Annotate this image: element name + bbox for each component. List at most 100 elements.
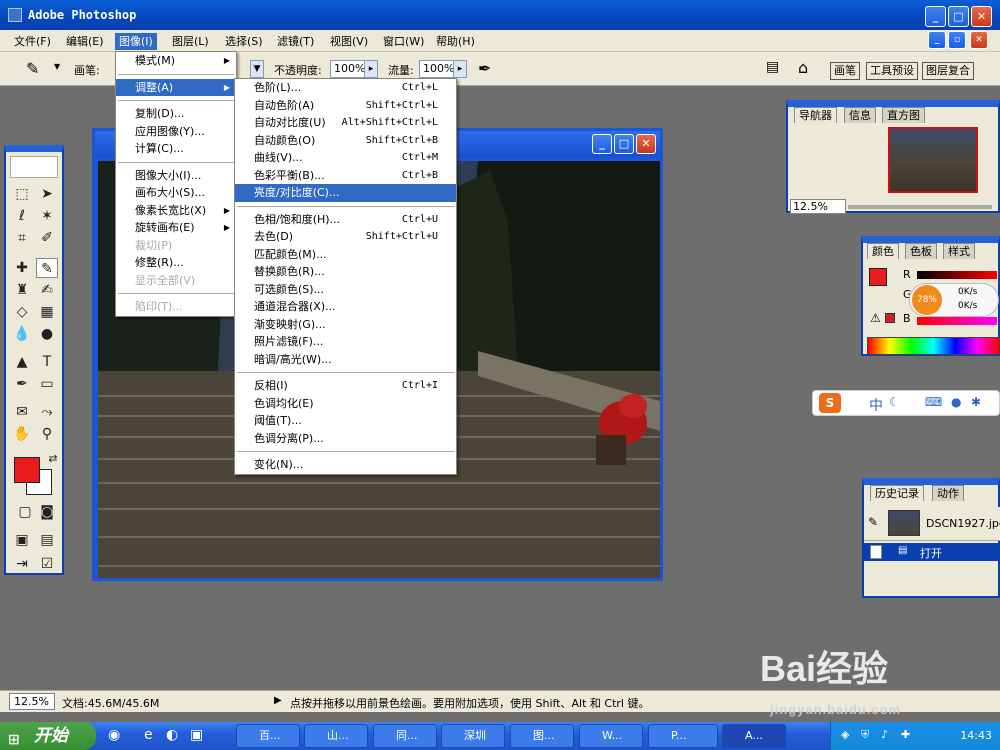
jump-to-imageready-icon[interactable]: ⇥ — [11, 554, 33, 574]
menu-filter[interactable]: 滤镜(T) — [273, 33, 318, 50]
magic-wand-tool-icon[interactable]: ✶ — [36, 206, 58, 226]
image-menu-item-5[interactable]: 应用图像(Y)... — [116, 123, 236, 141]
standard-mode-icon[interactable]: ▢ — [14, 502, 36, 522]
eraser-tool-icon[interactable]: ◇ — [11, 302, 33, 322]
taskbar-item-adobe[interactable]: A... — [722, 724, 786, 748]
doc-restore-button[interactable]: ▫ — [948, 31, 966, 49]
dodge-tool-icon[interactable]: ● — [36, 324, 58, 344]
adjust-menu-item-16[interactable]: 暗调/高光(W)... — [235, 351, 456, 369]
toolbox-logo[interactable] — [10, 156, 58, 178]
adjust-menu-item-8[interactable]: 色相/饱和度(H)... Ctrl+U — [235, 211, 456, 229]
image-menu-item-2[interactable]: 调整(A) ▶ — [116, 78, 236, 96]
ime-settings-icon[interactable]: ✱ — [971, 395, 981, 409]
tray-shield-icon[interactable]: ⛨ — [861, 728, 869, 742]
blur-tool-icon[interactable]: 💧 — [11, 324, 33, 344]
hand-tool-icon[interactable]: ✋ — [11, 424, 33, 444]
tab-layer-comps[interactable]: 图层复合 — [922, 62, 974, 80]
adjust-menu-item-15[interactable]: 照片滤镜(F)... — [235, 333, 456, 351]
adjust-menu-item-3[interactable]: 自动颜色(O) Shift+Ctrl+B — [235, 132, 456, 150]
marquee-tool-icon[interactable]: ⬚ — [11, 184, 33, 204]
screen-mode-full-icon[interactable]: ▤ — [36, 530, 58, 550]
image-menu-item-8[interactable]: 图像大小(I)... — [116, 167, 236, 185]
menu-select[interactable]: 选择(S) — [221, 33, 267, 50]
ime-toolbar[interactable]: S 中 ☾ ⌨ ● ✱ — [812, 390, 1000, 416]
pen-tool-icon[interactable]: ✒ — [11, 374, 33, 394]
tray-volume-icon[interactable]: ♪ — [881, 728, 888, 741]
tab-history[interactable]: 历史记录 — [870, 485, 924, 501]
image-menu-item-9[interactable]: 画布大小(S)... — [116, 184, 236, 202]
adjust-menu-item-9[interactable]: 去色(D) Shift+Ctrl+U — [235, 228, 456, 246]
tray-clock[interactable]: 14:43 — [960, 729, 992, 742]
notes-tool-icon[interactable]: ✉ — [11, 402, 33, 422]
tab-swatches[interactable]: 色板 — [905, 243, 937, 259]
app-title-bar[interactable]: Adobe Photoshop _ □ ✕ — [0, 0, 1000, 30]
tab-navigator[interactable]: 导航器 — [794, 107, 837, 123]
quickmask-mode-icon[interactable]: ◙ — [36, 502, 58, 522]
healing-brush-tool-icon[interactable]: ✚ — [11, 258, 33, 278]
history-brush-tool-icon[interactable]: ✍ — [36, 280, 58, 300]
adjust-menu-item-5[interactable]: 色彩平衡(B)... Ctrl+B — [235, 167, 456, 185]
checkbox-icon[interactable]: ☑ — [36, 554, 58, 574]
taskbar-item-p[interactable]: P... — [648, 724, 718, 748]
tab-brushes[interactable]: 画笔 — [830, 62, 860, 80]
menu-edit[interactable]: 编辑(E) — [62, 33, 108, 50]
warning-icon[interactable]: ⚠ — [870, 311, 881, 325]
maximize-button[interactable]: □ — [948, 6, 969, 27]
shape-tool-icon[interactable]: ▭ — [36, 374, 58, 394]
status-arrow-icon[interactable]: ▶ — [274, 695, 282, 706]
history-snapshot-row[interactable]: ✎ DSCN1927.jpg — [864, 507, 1000, 541]
r-slider[interactable] — [917, 271, 997, 279]
crop-tool-icon[interactable]: ⌗ — [11, 228, 33, 248]
adjust-menu-item-2[interactable]: 自动对比度(U) Alt+Shift+Ctrl+L — [235, 114, 456, 132]
menu-file[interactable]: 文件(F) — [10, 33, 55, 50]
tray-network-icon[interactable]: ◈ — [841, 728, 849, 741]
swap-colors-icon[interactable]: ⇄ — [42, 449, 64, 469]
minimize-button[interactable]: _ — [925, 6, 946, 27]
menu-window[interactable]: 窗口(W) — [379, 33, 428, 50]
eyedropper-tool-icon[interactable]: ⤳ — [36, 402, 58, 422]
close-button[interactable]: ✕ — [971, 6, 992, 27]
adjust-menu-item-6[interactable]: 亮度/对比度(C)... — [235, 184, 456, 202]
image-menu-item-10[interactable]: 像素长宽比(X) ▶ — [116, 202, 236, 220]
menu-help[interactable]: 帮助(H) — [432, 33, 479, 50]
show-desktop-icon[interactable]: ▣ — [190, 727, 203, 743]
opacity-input[interactable]: 100% — [330, 60, 366, 78]
airbrush-icon[interactable]: ✒ — [478, 59, 491, 78]
move-tool-icon[interactable]: ➤ — [36, 184, 58, 204]
doc-win-close-button[interactable]: ✕ — [636, 134, 656, 154]
taskbar-item-baidu[interactable]: 百... — [236, 724, 300, 748]
ime-keyboard-icon[interactable]: ⌨ — [925, 395, 942, 409]
image-menu-item-0[interactable]: 模式(M) ▶ — [116, 52, 236, 70]
gamut-color-swatch[interactable] — [885, 313, 895, 323]
brush-tool-icon[interactable]: ✎ — [36, 258, 58, 278]
taskbar-item-shan[interactable]: 山... — [304, 724, 368, 748]
adjust-menu-item-11[interactable]: 替换颜色(R)... — [235, 263, 456, 281]
ime-chinese-mode[interactable]: 中 — [869, 395, 883, 415]
tray-app-icon[interactable]: ✚ — [901, 728, 910, 741]
color-spectrum-bar[interactable] — [867, 337, 1000, 355]
lasso-tool-icon[interactable]: ℓ — [11, 206, 33, 226]
navigator-zoom-field[interactable]: 12.5% — [790, 199, 846, 214]
adjust-menu-item-23[interactable]: 变化(N)... — [235, 456, 456, 474]
image-menu-item-4[interactable]: 复制(D)... — [116, 105, 236, 123]
status-zoom-field[interactable]: 12.5% — [9, 693, 55, 710]
history-brush-source-icon[interactable]: ✎ — [868, 515, 878, 529]
doc-win-minimize-button[interactable]: _ — [592, 134, 612, 154]
brush-tool-icon[interactable]: ✎ — [26, 59, 39, 78]
image-menu-item-11[interactable]: 旋转画布(E) ▶ — [116, 219, 236, 237]
doc-minimize-button[interactable]: _ — [928, 31, 946, 49]
tab-styles[interactable]: 样式 — [943, 243, 975, 259]
screen-mode-standard-icon[interactable]: ▣ — [11, 530, 33, 550]
adjust-menu-item-0[interactable]: 色阶(L)... Ctrl+L — [235, 79, 456, 97]
flow-input[interactable]: 100% — [419, 60, 455, 78]
type-tool-icon[interactable]: T — [36, 352, 58, 372]
doc-win-maximize-button[interactable]: □ — [614, 134, 634, 154]
history-step-row[interactable]: ▤ 打开 — [864, 543, 1000, 561]
adjust-menu-item-18[interactable]: 反相(I) Ctrl+I — [235, 377, 456, 395]
menu-layer[interactable]: 图层(L) — [168, 33, 213, 50]
taskbar-item-tu[interactable]: 图... — [510, 724, 574, 748]
tab-histogram[interactable]: 直方图 — [882, 107, 925, 123]
tab-color[interactable]: 颜色 — [867, 243, 899, 259]
tab-info[interactable]: 信息 — [844, 107, 876, 123]
zoom-tool-icon[interactable]: ⚲ — [36, 424, 58, 444]
